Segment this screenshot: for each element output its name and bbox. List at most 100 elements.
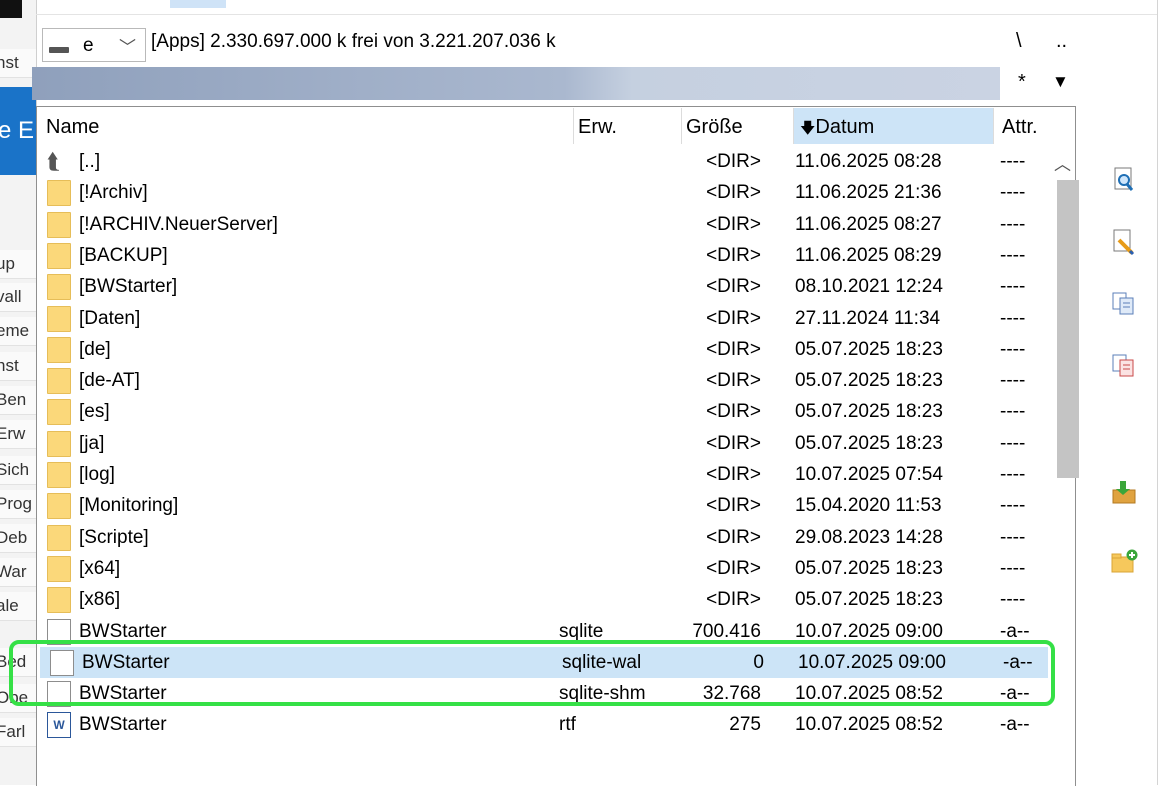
copy-files-icon[interactable] (1110, 290, 1138, 318)
file-name: [Scripte] (79, 527, 149, 548)
file-attr: ---- (1000, 370, 1026, 391)
drive-select[interactable]: e ﹀ (42, 28, 146, 62)
folder-icon (47, 587, 71, 613)
left-panel-item[interactable]: up (0, 250, 36, 279)
file-date: 11.06.2025 08:29 (795, 245, 942, 266)
folder-row[interactable]: [log] <DIR> 10.07.2025 07:54 ---- (37, 459, 1048, 490)
move-files-icon[interactable] (1110, 352, 1138, 380)
file-name: [de] (79, 339, 111, 360)
file-size: <DIR> (706, 589, 761, 610)
folder-icon (47, 462, 71, 488)
file-size: <DIR> (706, 151, 761, 172)
column-header-name[interactable]: Name (42, 108, 574, 144)
new-folder-icon[interactable] (1110, 548, 1138, 576)
left-panel-item[interactable]: nst (0, 49, 36, 78)
folder-row[interactable]: [BWStarter] <DIR> 08.10.2021 12:24 ---- (37, 271, 1048, 302)
column-header-size[interactable]: Größe (682, 108, 794, 144)
path-bar[interactable] (32, 67, 1000, 100)
folder-row[interactable]: [de] <DIR> 05.07.2025 18:23 ---- (37, 334, 1048, 365)
folder-row[interactable]: [!ARCHIV.NeuerServer] <DIR> 11.06.2025 08:… (37, 209, 1048, 240)
file-date: 05.07.2025 18:23 (795, 433, 943, 454)
file-size: <DIR> (706, 464, 761, 485)
sort-desc-icon: 🡇 (800, 120, 816, 137)
folder-row[interactable]: [!Archiv] <DIR> 11.06.2025 21:36 ---- (37, 177, 1048, 208)
file-row[interactable]: W BWStarter rtf 275 10.07.2025 08:52 -a-- (37, 709, 1048, 740)
folder-row[interactable]: [Daten] <DIR> 27.11.2024 11:34 ---- (37, 303, 1048, 334)
folder-row[interactable]: [es] <DIR> 05.07.2025 18:23 ---- (37, 396, 1048, 427)
root-dir-button[interactable]: \ (1016, 30, 1022, 53)
folder-row[interactable]: [x64] <DIR> 05.07.2025 18:23 ---- (37, 553, 1048, 584)
left-panel-item[interactable]: Farl (0, 718, 36, 747)
folder-icon (47, 243, 71, 269)
left-panel-item[interactable]: Prog (0, 490, 36, 519)
edit-file-icon[interactable] (1110, 228, 1138, 256)
file-attr: ---- (1000, 182, 1026, 203)
file-attr: ---- (1000, 464, 1026, 485)
folder-row[interactable]: [BACKUP] <DIR> 11.06.2025 08:29 ---- (37, 240, 1048, 271)
file-name: [de-AT] (79, 370, 140, 391)
file-date: 10.07.2025 07:54 (795, 464, 943, 485)
file-name: [x64] (79, 558, 121, 579)
folder-row[interactable]: [ja] <DIR> 05.07.2025 18:23 ---- (37, 428, 1048, 459)
folder-icon (47, 337, 71, 363)
file-size: <DIR> (706, 401, 761, 422)
folder-icon (47, 306, 71, 332)
left-panel-item[interactable]: vall (0, 283, 36, 312)
column-header-date[interactable]: 🡇Datum (794, 108, 994, 144)
folder-row[interactable]: [Scripte] <DIR> 29.08.2023 14:28 ---- (37, 522, 1048, 553)
file-attr: ---- (1000, 339, 1026, 360)
folder-row[interactable]: ⮬ [..] <DIR> 11.06.2025 08:28 ---- (37, 146, 1048, 177)
folder-row[interactable]: [Monitoring] <DIR> 15.04.2020 11:53 ---- (37, 490, 1048, 521)
drive-icon (49, 47, 69, 53)
left-panel-tab[interactable]: e E (0, 87, 36, 175)
folder-icon (47, 274, 71, 300)
file-size: <DIR> (706, 495, 761, 516)
folder-row[interactable]: [x86] <DIR> 05.07.2025 18:23 ---- (37, 584, 1048, 615)
column-header-ext[interactable]: Erw. (574, 108, 682, 144)
file-attr: ---- (1000, 308, 1026, 329)
left-panel-item[interactable]: Deb (0, 524, 36, 553)
filter-dropdown-icon[interactable]: ▼ (1052, 72, 1069, 92)
left-panel-item[interactable]: eme (0, 317, 36, 346)
scrollbar-thumb[interactable] (1057, 180, 1079, 478)
file-date: 10.07.2025 08:52 (795, 714, 943, 735)
top-ruler-selection (170, 0, 226, 8)
left-panel-item[interactable]: ale (0, 592, 36, 621)
folder-icon (47, 431, 71, 457)
file-name: [BACKUP] (79, 245, 168, 266)
left-panel-item[interactable]: Sich (0, 456, 36, 485)
file-size: <DIR> (706, 214, 761, 235)
file-date: 05.07.2025 18:23 (795, 370, 943, 391)
file-attr: ---- (1000, 214, 1026, 235)
file-date: 05.07.2025 18:23 (795, 558, 943, 579)
folder-icon (47, 212, 71, 238)
left-panel-item[interactable]: War (0, 558, 36, 587)
left-panel-item[interactable]: Ben (0, 386, 36, 415)
file-name: [!ARCHIV.NeuerServer] (79, 214, 278, 235)
parent-dir-button[interactable]: .. (1056, 30, 1067, 53)
column-header-attr[interactable]: Attr. (994, 108, 1074, 144)
file-attr: ---- (1000, 527, 1026, 548)
scroll-up-icon[interactable]: ︿ (1054, 150, 1071, 175)
left-panel-item[interactable]: nst (0, 352, 36, 381)
chevron-down-icon: ﹀ (119, 38, 136, 57)
folder-row[interactable]: [de-AT] <DIR> 05.07.2025 18:23 ---- (37, 365, 1048, 396)
search-icon[interactable] (1110, 166, 1138, 194)
file-name: [x86] (79, 589, 121, 610)
file-size: <DIR> (706, 308, 761, 329)
file-name: [BWStarter] (79, 276, 178, 297)
filter-button[interactable]: * (1018, 71, 1026, 94)
drive-info: [Apps] 2.330.697.000 k frei von 3.221.20… (151, 31, 556, 52)
file-attr: -a-- (1000, 714, 1030, 735)
file-name: [Monitoring] (79, 495, 179, 516)
pack-icon[interactable] (1110, 478, 1138, 506)
file-name: [ja] (79, 433, 105, 454)
file-size: <DIR> (706, 182, 761, 203)
left-panel-item[interactable]: Erw (0, 420, 36, 449)
file-name: [..] (79, 151, 101, 172)
file-date: 11.06.2025 08:28 (795, 151, 942, 172)
file-date: 29.08.2023 14:28 (795, 527, 943, 548)
file-size: <DIR> (706, 339, 761, 360)
file-date: 11.06.2025 08:27 (795, 214, 942, 235)
drive-letter: e (83, 35, 94, 56)
